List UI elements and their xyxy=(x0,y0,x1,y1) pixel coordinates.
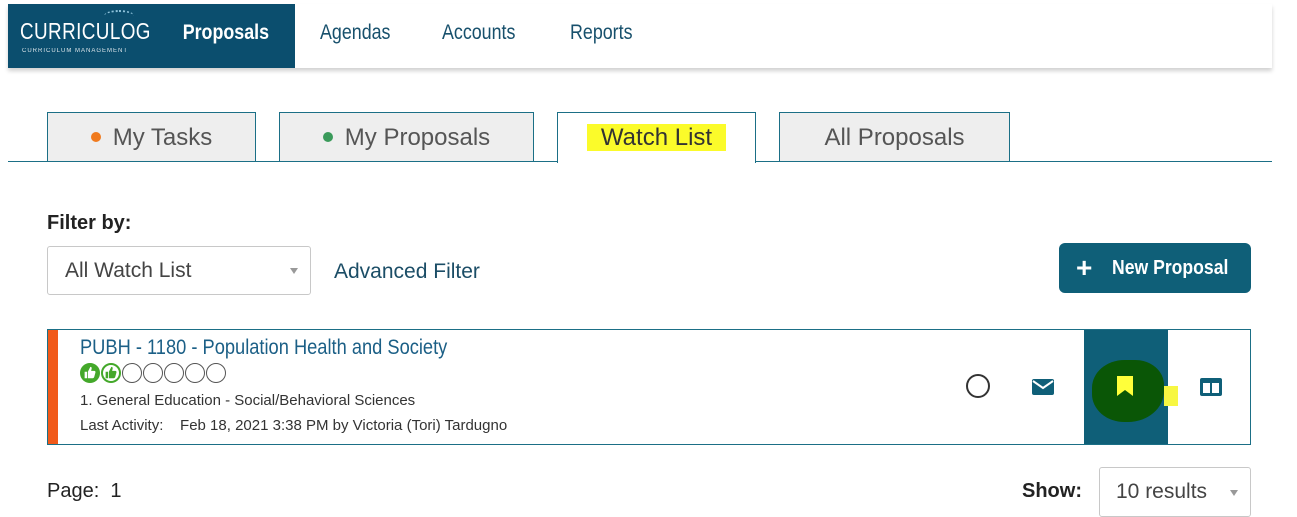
advanced-filter-link[interactable]: Advanced Filter xyxy=(334,260,480,284)
new-proposal-label: New Proposal xyxy=(1112,257,1229,279)
split-view-icon[interactable] xyxy=(1200,378,1222,401)
tab-my-proposals-label: My Proposals xyxy=(344,124,491,151)
nav-proposals-label: Proposals xyxy=(182,21,270,44)
thumbs-up-icon xyxy=(80,363,100,383)
mail-icon[interactable] xyxy=(1032,379,1054,400)
tab-all-proposals[interactable]: All Proposals xyxy=(779,112,1010,161)
chevron-down-icon xyxy=(290,268,298,274)
pending-step-icon xyxy=(185,363,205,383)
results-per-page-value: 10 results xyxy=(1116,480,1208,503)
tab-my-tasks[interactable]: My Tasks xyxy=(47,112,256,161)
proposals-dot-icon xyxy=(322,131,333,142)
chevron-down-icon xyxy=(1230,490,1238,496)
tab-my-tasks-label: My Tasks xyxy=(112,124,213,151)
proposal-category: 1. General Education - Social/Behavioral… xyxy=(80,392,416,409)
tab-my-proposals[interactable]: My Proposals xyxy=(279,112,534,161)
pending-step-icon xyxy=(164,363,184,383)
nav-proposals[interactable]: Proposals xyxy=(164,4,295,68)
select-circle-icon[interactable] xyxy=(966,374,990,398)
tab-watch-list[interactable]: Watch List xyxy=(557,112,756,163)
last-activity-label: Last Activity: xyxy=(80,417,164,434)
logo-subtitle: CURRICULUM MANAGEMENT xyxy=(22,48,129,54)
thumbs-up-icon xyxy=(101,363,121,383)
pending-step-icon xyxy=(122,363,142,383)
filter-select-value: All Watch List xyxy=(65,259,192,282)
pending-step-icon xyxy=(143,363,163,383)
logo-title: CURRICULOG xyxy=(20,18,151,44)
filter-label: Filter by: xyxy=(47,212,132,234)
page-label: Page: xyxy=(47,480,100,502)
new-proposal-button[interactable]: + New Proposal xyxy=(1059,243,1251,293)
last-activity-value: Feb 18, 2021 3:38 PM by Victoria (Tori) … xyxy=(180,417,508,434)
last-activity: Last Activity: Feb 18, 2021 3:38 PM by V… xyxy=(80,417,507,434)
highlight-mark xyxy=(1164,386,1178,406)
curriculog-logo[interactable]: CURRICULOG CURRICULUM MANAGEMENT xyxy=(8,4,164,68)
bookmark-icon xyxy=(1116,375,1134,402)
nav-reports[interactable]: Reports xyxy=(570,4,633,68)
proposal-card: PUBH - 1180 - Population Health and Soci… xyxy=(47,329,1251,445)
pagination: Page: 1 xyxy=(47,480,122,503)
filter-select[interactable]: All Watch List xyxy=(47,246,311,295)
proposal-title-link[interactable]: PUBH - 1180 - Population Health and Soci… xyxy=(80,336,447,360)
nav-agendas[interactable]: Agendas xyxy=(320,4,390,68)
plus-icon: + xyxy=(1076,252,1093,283)
show-label: Show: xyxy=(1022,480,1082,502)
bookmark-button[interactable] xyxy=(1084,330,1178,444)
pending-step-icon xyxy=(206,363,226,383)
approval-steps xyxy=(80,363,227,387)
top-nav: CURRICULOG CURRICULUM MANAGEMENT Proposa… xyxy=(8,4,1272,68)
nav-accounts[interactable]: Accounts xyxy=(442,4,515,68)
tasks-dot-icon xyxy=(90,131,101,142)
page-number: 1 xyxy=(110,480,122,502)
status-stripe xyxy=(48,330,58,444)
tab-all-proposals-label: All Proposals xyxy=(824,124,965,151)
tab-watch-list-label: Watch List xyxy=(586,124,727,151)
